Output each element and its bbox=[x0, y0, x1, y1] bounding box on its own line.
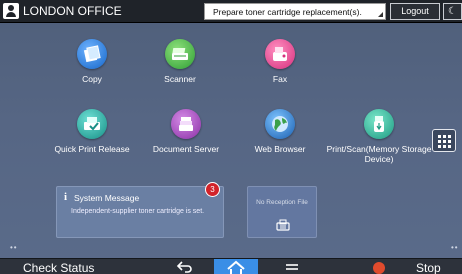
app-quick-print-release[interactable]: Quick Print Release bbox=[42, 109, 142, 154]
page-indicator-right: •• bbox=[451, 243, 459, 252]
stop-icon[interactable] bbox=[373, 262, 385, 274]
app-document-server[interactable]: Document Server bbox=[136, 109, 236, 154]
app-web-browser[interactable]: Web Browser bbox=[230, 109, 330, 154]
moon-icon: ☾ bbox=[448, 6, 457, 17]
expand-corner-icon bbox=[378, 12, 383, 17]
memory-storage-icon bbox=[364, 109, 394, 139]
bottom-bar: Check Status Stop bbox=[0, 258, 462, 274]
info-icon: i bbox=[64, 191, 68, 203]
system-message-title: System Message bbox=[74, 193, 140, 203]
scanner-icon bbox=[165, 39, 195, 69]
office-name: LONDON OFFICE bbox=[23, 4, 122, 18]
menu-icon bbox=[286, 264, 298, 270]
status-message-box[interactable]: Prepare toner cartridge replacement(s). bbox=[204, 3, 386, 20]
app-label: Copy bbox=[82, 74, 102, 84]
app-label: Web Browser bbox=[254, 144, 306, 154]
document-server-icon bbox=[171, 109, 201, 139]
app-label: Scanner bbox=[164, 74, 196, 84]
received-fax-icon bbox=[276, 219, 290, 231]
page-indicator-left: •• bbox=[10, 243, 18, 252]
quick-print-release-icon bbox=[77, 109, 107, 139]
app-label: Print/Scan(Memory Storage Device) bbox=[326, 144, 432, 164]
menu-button[interactable] bbox=[283, 259, 301, 274]
reception-file-label: No Reception File bbox=[256, 199, 308, 206]
app-label: Fax bbox=[272, 74, 288, 84]
app-fax[interactable]: Fax bbox=[230, 39, 330, 84]
reception-file-widget[interactable]: No Reception File bbox=[247, 186, 317, 238]
message-count-badge: 3 bbox=[205, 182, 220, 197]
home-button[interactable] bbox=[214, 259, 258, 274]
status-message-text: Prepare toner cartridge replacement(s). bbox=[213, 7, 362, 17]
app-copy[interactable]: Copy bbox=[42, 39, 142, 84]
back-button[interactable] bbox=[173, 259, 195, 274]
web-browser-icon bbox=[265, 109, 295, 139]
fax-icon bbox=[265, 39, 295, 69]
energy-saver-button[interactable]: ☾ bbox=[443, 3, 462, 20]
app-label: Document Server bbox=[152, 144, 220, 154]
app-list-button[interactable] bbox=[432, 129, 456, 152]
home-icon bbox=[227, 260, 245, 274]
app-print-scan-memory[interactable]: Print/Scan(Memory Storage Device) bbox=[324, 109, 434, 164]
app-scanner[interactable]: Scanner bbox=[130, 39, 230, 84]
system-message-widget[interactable]: i System Message Independent-supplier to… bbox=[56, 186, 224, 238]
stop-button[interactable]: Stop bbox=[416, 260, 441, 274]
top-bar: LONDON OFFICE Prepare toner cartridge re… bbox=[0, 0, 462, 23]
logout-button[interactable]: Logout bbox=[390, 3, 440, 20]
back-arrow-icon bbox=[176, 261, 192, 273]
user-icon[interactable] bbox=[3, 3, 19, 19]
app-label: Quick Print Release bbox=[54, 144, 130, 154]
system-message-body: Independent-supplier toner cartridge is … bbox=[71, 208, 205, 215]
check-status-button[interactable]: Check Status bbox=[23, 260, 94, 274]
copy-icon bbox=[77, 39, 107, 69]
